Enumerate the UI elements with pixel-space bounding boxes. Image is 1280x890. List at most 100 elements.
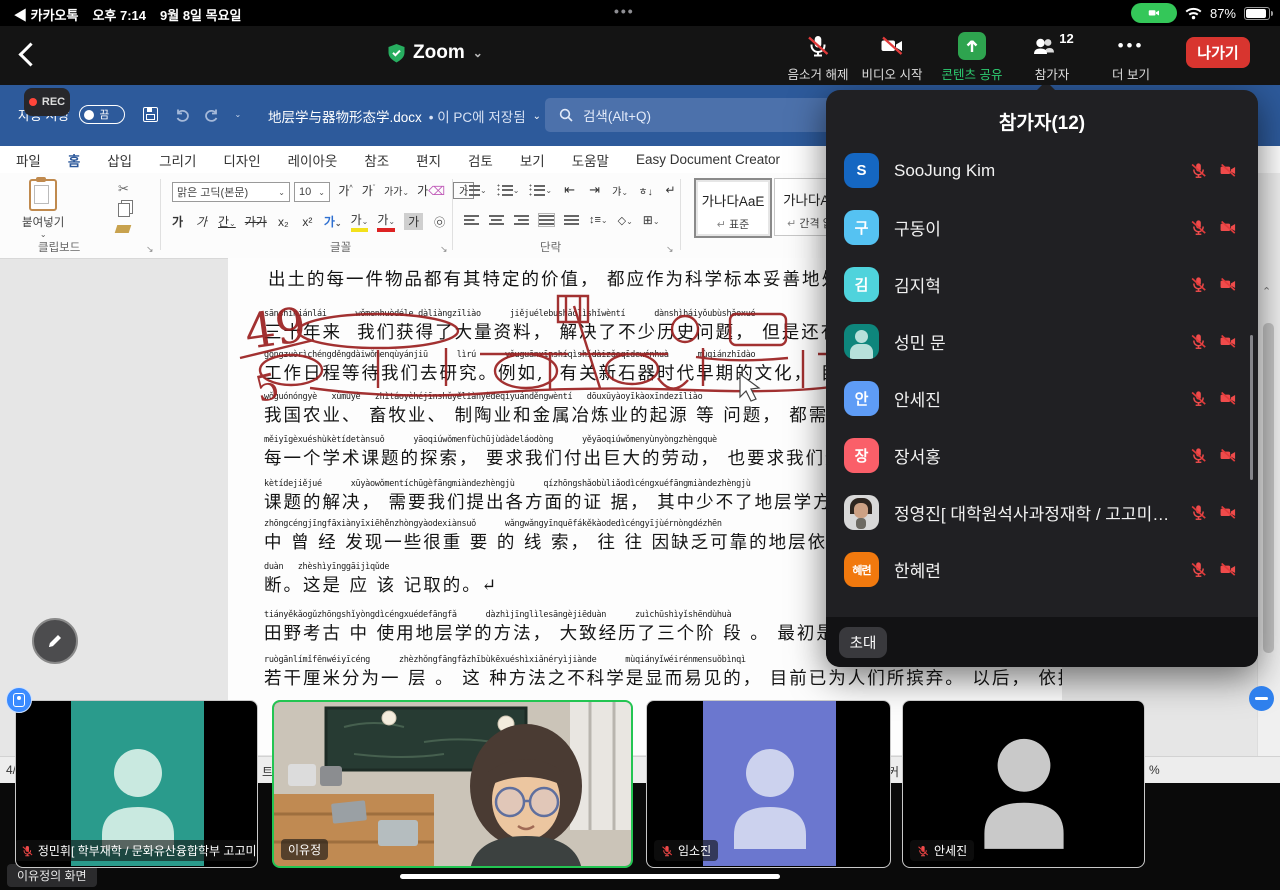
invite-button[interactable]: 초대 <box>839 627 887 658</box>
style-normal[interactable]: 가나다AaE ↵ 표준 <box>694 178 772 238</box>
enclose-characters-button[interactable]: ㉧ <box>432 214 447 230</box>
more-button[interactable]: ••• 더 보기 <box>1091 32 1171 83</box>
highlight-button[interactable]: 가⌄ <box>351 211 369 232</box>
shrink-font-button[interactable]: 가ˇ <box>361 182 376 199</box>
avatar: 장 <box>844 438 879 473</box>
doc-line: duàn zhèshìyīnggāijìqǔde断。这是 应 该 记取的。↵ <box>264 562 498 597</box>
paste-button[interactable]: 붙여넣기 ⌄ <box>22 179 64 239</box>
leave-meeting-button[interactable]: 나가기 <box>1186 37 1250 68</box>
ellipsis-icon: ••• <box>1118 36 1145 56</box>
align-center-button[interactable] <box>489 214 504 226</box>
bold-button[interactable]: 가 <box>170 213 185 230</box>
tab-file[interactable]: 파일 <box>16 150 41 170</box>
multilevel-list-button[interactable]: ⌄ <box>529 184 552 197</box>
clipboard-dialog-launcher-icon[interactable]: ↘ <box>146 244 154 255</box>
sort-button[interactable]: ㅎ↓ <box>638 183 653 198</box>
participant-row[interactable]: 장 장서홍 <box>844 427 1238 484</box>
cut-button[interactable]: ✂ <box>118 181 129 197</box>
video-tile[interactable]: 정민휘[ 학부재학 / 문화유산융합학부 고고미술사학전공 ] <box>15 700 258 868</box>
format-painter-button[interactable] <box>115 225 132 233</box>
back-chevron-icon[interactable] <box>18 42 42 66</box>
decrease-indent-button[interactable]: ⇤ <box>562 182 577 198</box>
back-to-app-label[interactable]: ◀ 카카오톡 <box>14 5 78 24</box>
video-tile[interactable]: 안세진 <box>902 700 1145 868</box>
paragraph-dialog-launcher-icon[interactable]: ↘ <box>666 244 674 255</box>
subscript-button[interactable]: x₂ <box>276 215 291 229</box>
thumbnail-toggle-button[interactable] <box>6 687 32 713</box>
unmute-button[interactable]: 음소거 해제 <box>778 32 858 83</box>
tab-mailings[interactable]: 편지 <box>416 150 441 170</box>
collapse-videos-button[interactable] <box>1249 686 1274 711</box>
save-icon[interactable] <box>143 107 158 122</box>
tab-view[interactable]: 보기 <box>520 150 545 170</box>
tab-help[interactable]: 도움말 <box>572 150 609 170</box>
date: 9월 8일 목요일 <box>160 5 241 24</box>
superscript-button[interactable]: x² <box>300 215 315 229</box>
distribute-button[interactable] <box>564 214 579 226</box>
toolbar-options-chevron-icon[interactable]: ⌄ <box>234 110 241 119</box>
align-right-button[interactable] <box>514 214 529 226</box>
document-scrollbar[interactable]: ⌃ <box>1257 173 1280 756</box>
tab-insert[interactable]: 삽입 <box>107 150 132 170</box>
scrollbar-thumb[interactable] <box>1263 323 1274 653</box>
tab-layout[interactable]: 레이아웃 <box>288 150 338 170</box>
participant-row[interactable]: 안 안세진 <box>844 370 1238 427</box>
record-dot-icon <box>29 98 37 106</box>
share-content-button[interactable]: 콘텐츠 공유 <box>932 32 1012 83</box>
undo-icon[interactable] <box>174 107 192 123</box>
tab-references[interactable]: 참조 <box>364 150 389 170</box>
redo-icon[interactable] <box>202 107 220 123</box>
chevron-down-icon[interactable]: ⌄ <box>533 111 541 122</box>
borders-button[interactable]: ⊞⌄ <box>643 213 660 227</box>
participants-button[interactable]: 12 참가자 <box>1012 32 1092 83</box>
asian-layout-button[interactable]: 갸⌄ <box>612 183 628 198</box>
increase-indent-button[interactable]: ⇥ <box>587 182 602 198</box>
underline-button[interactable]: 간⌄ <box>218 213 236 230</box>
panel-scrollbar[interactable] <box>1250 335 1253 480</box>
doc-line: gōngzuòrìchéngděngdàiwǒmenqùyánjiū lìrú … <box>264 350 918 385</box>
line-spacing-button[interactable]: ↕≡⌄ <box>589 214 608 226</box>
shading-button[interactable]: ◇⌄ <box>618 214 633 227</box>
video-tile-active-speaker[interactable]: 이유정 <box>272 700 633 868</box>
autosave-toggle[interactable]: 끔 <box>79 105 125 124</box>
tab-design[interactable]: 디자인 <box>223 150 260 170</box>
text-effects-button[interactable]: 가⌄ <box>324 213 342 230</box>
participant-row[interactable]: S SooJung Kim <box>844 142 1238 199</box>
align-left-button[interactable] <box>464 214 479 226</box>
ribbon-collapse-icon[interactable]: ⌃ <box>1262 285 1271 298</box>
video-tile[interactable]: 임소진 <box>646 700 891 868</box>
start-video-button[interactable]: 비디오 시작 <box>852 32 932 83</box>
font-name-select[interactable]: 맑은 고딕(본문)⌄ <box>172 182 290 202</box>
show-paragraph-marks-button[interactable]: ↵ <box>663 183 678 197</box>
justify-button[interactable] <box>539 214 554 226</box>
annotate-pencil-button[interactable] <box>32 618 78 664</box>
meeting-title[interactable]: Zoom ⌄ <box>388 42 483 64</box>
font-color-button[interactable]: 가⌄ <box>377 211 395 232</box>
participant-row[interactable]: 성민 문 <box>844 313 1238 370</box>
participant-row[interactable]: 김 김지혁 <box>844 256 1238 313</box>
numbered-list-button[interactable]: ⌄ <box>497 184 520 197</box>
mic-muted-icon <box>1190 447 1207 464</box>
multitask-dots-icon[interactable]: ••• <box>614 3 635 19</box>
participant-row[interactable]: 구 구동이 <box>844 199 1238 256</box>
clear-formatting-button[interactable]: 가⌫ <box>417 182 445 199</box>
tab-easy-document-creator[interactable]: Easy Document Creator <box>636 152 780 167</box>
participant-row[interactable]: 정영진[ 대학원석사과정재학 / 고고미술… <box>844 484 1238 541</box>
tab-home[interactable]: 홈 <box>68 150 80 170</box>
home-indicator[interactable] <box>400 874 780 879</box>
tab-review[interactable]: 검토 <box>468 150 493 170</box>
pencil-icon <box>46 632 64 650</box>
font-size-select[interactable]: 10⌄ <box>294 182 330 202</box>
grow-font-button[interactable]: 가^ <box>338 182 353 199</box>
italic-button[interactable]: 가 <box>194 213 209 230</box>
copy-button[interactable] <box>118 203 130 217</box>
paste-clipboard-icon <box>29 179 57 211</box>
tab-draw[interactable]: 그리기 <box>159 150 196 170</box>
search-input[interactable]: 검색(Alt+Q) <box>545 98 845 132</box>
font-dialog-launcher-icon[interactable]: ↘ <box>440 244 448 255</box>
change-case-button[interactable]: 가가⌄ <box>384 183 409 198</box>
participant-row[interactable]: 혜련 한혜련 <box>844 541 1238 598</box>
bullet-list-button[interactable]: ⌄ <box>464 184 487 197</box>
strikethrough-button[interactable]: 가가 <box>245 213 267 230</box>
char-shading-button[interactable]: 가 <box>404 213 423 230</box>
